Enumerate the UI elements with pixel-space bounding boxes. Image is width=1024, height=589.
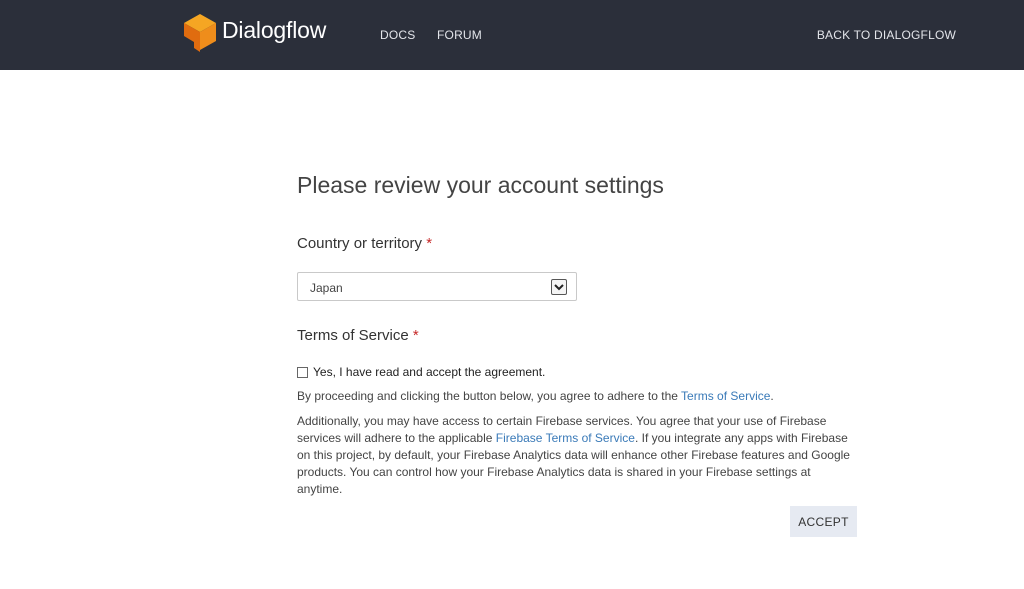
accept-agreement-label[interactable]: Yes, I have read and accept the agreemen… — [313, 365, 545, 379]
accept-button[interactable]: ACCEPT — [790, 506, 857, 537]
chevron-down-icon[interactable] — [551, 279, 567, 295]
firebase-notice: Additionally, you may have access to cer… — [297, 413, 859, 498]
terms-notice-text: By proceeding and clicking the button be… — [297, 389, 682, 403]
terms-of-service-link[interactable]: Terms of Service — [681, 389, 770, 403]
dialogflow-logo-icon[interactable] — [184, 14, 216, 52]
terms-notice: By proceeding and clicking the button be… — [297, 388, 859, 405]
nav-forum-link[interactable]: FORUM — [437, 28, 482, 42]
country-select[interactable]: Japan — [297, 272, 577, 301]
account-settings-form: Please review your account settings Coun… — [297, 172, 859, 537]
top-navigation-bar: Dialogflow DOCS FORUM BACK TO DIALOGFLOW — [0, 0, 1024, 70]
brand-name[interactable]: Dialogflow — [222, 17, 326, 44]
country-label-text: Country or territory — [297, 235, 423, 252]
page-title: Please review your account settings — [297, 172, 664, 198]
required-asterisk: * — [426, 235, 433, 252]
firebase-terms-link[interactable]: Firebase Terms of Service — [496, 431, 635, 445]
required-asterisk: * — [412, 327, 419, 344]
accept-agreement-checkbox[interactable] — [297, 367, 308, 378]
country-select-value: Japan — [310, 281, 343, 295]
terms-label-text: Terms of Service — [297, 327, 409, 344]
country-label: Country or territory * — [297, 235, 432, 252]
terms-label: Terms of Service * — [297, 327, 419, 344]
terms-notice-end: . — [770, 389, 774, 403]
nav-docs-link[interactable]: DOCS — [380, 28, 415, 42]
back-to-dialogflow-link[interactable]: BACK TO DIALOGFLOW — [817, 28, 956, 42]
